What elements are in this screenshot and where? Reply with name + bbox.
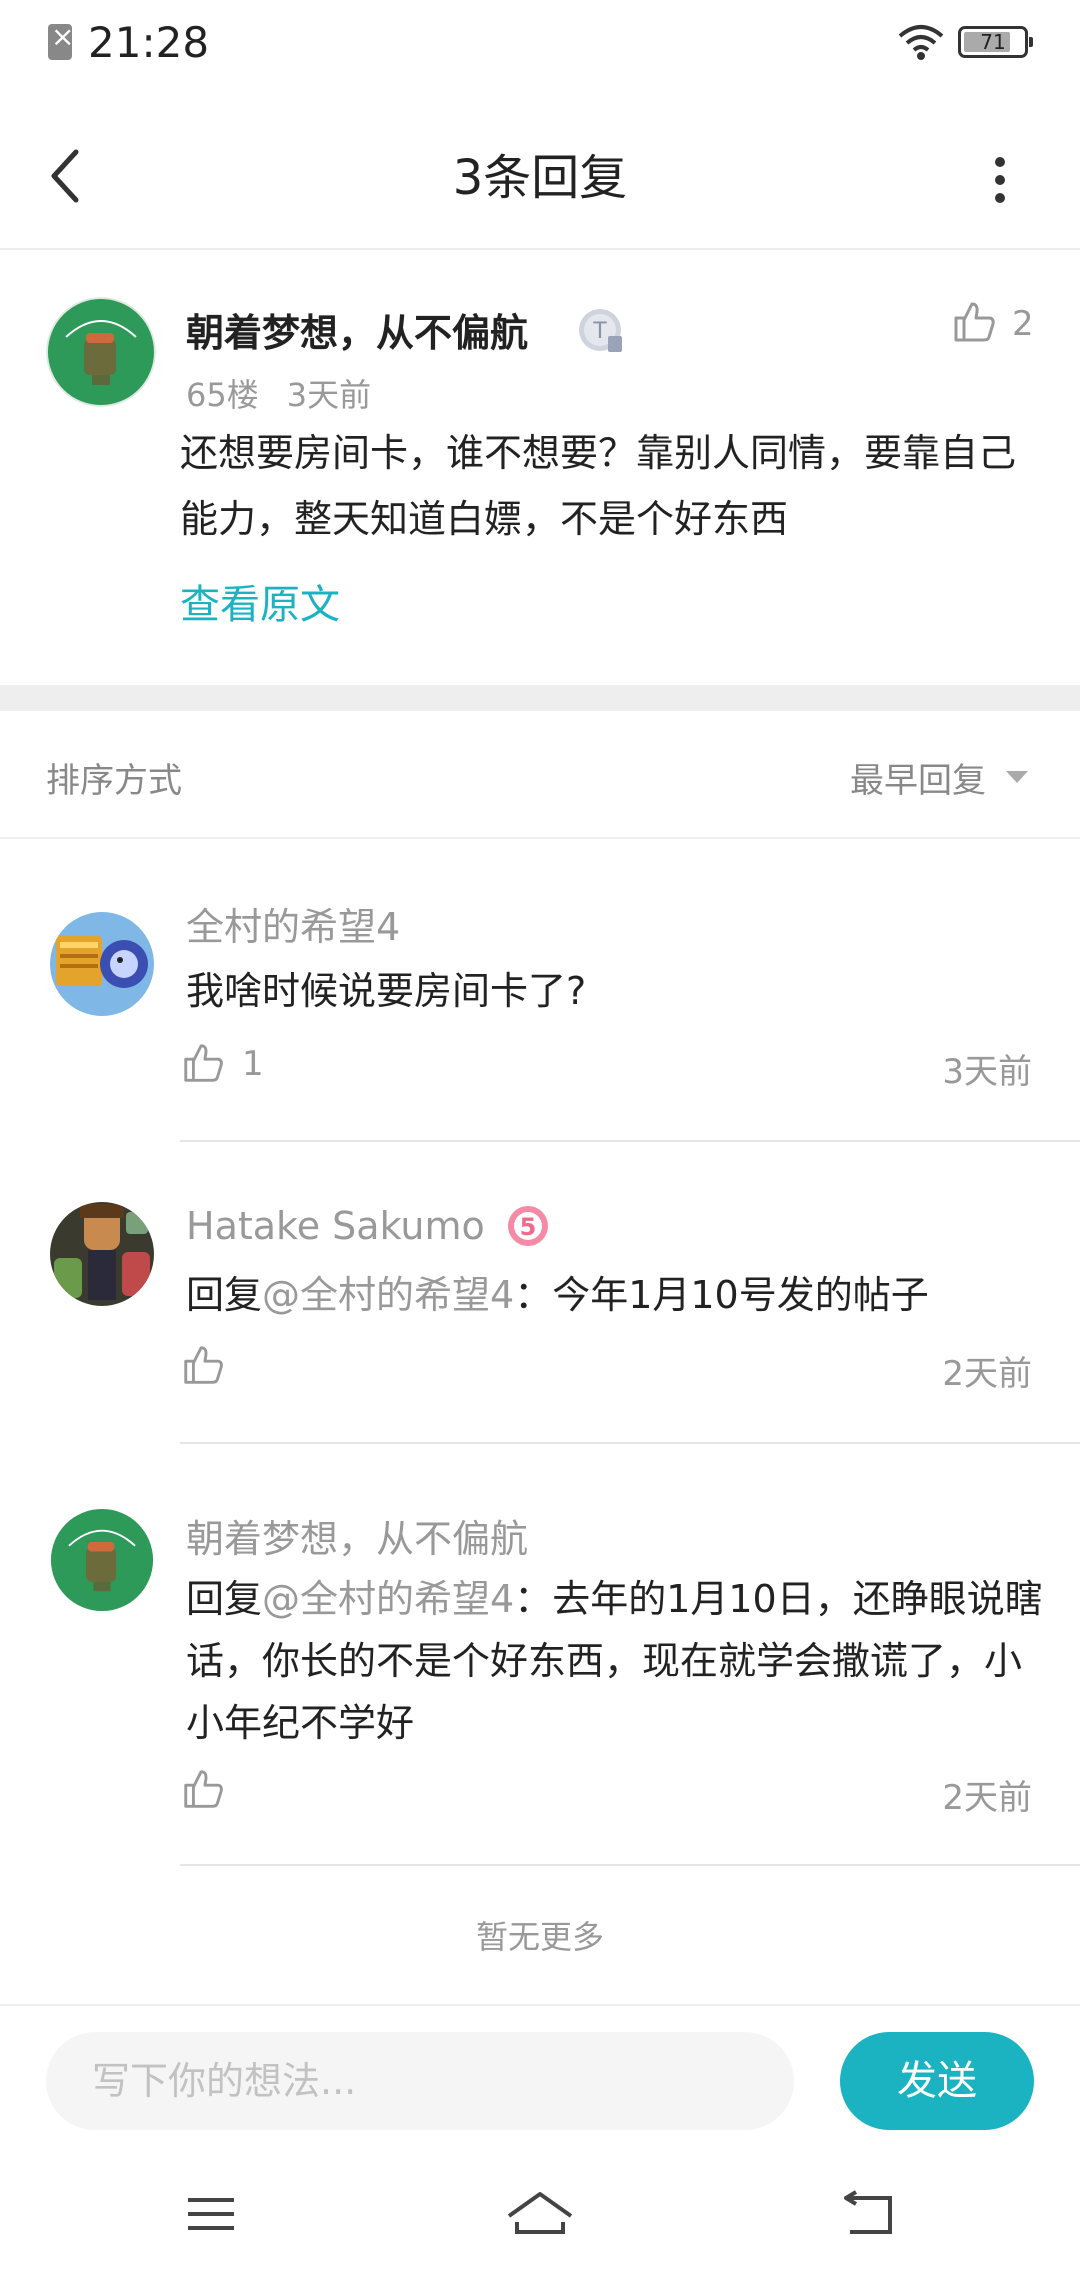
reply-item: 朝着梦想，从不偏航 回复@全村的希望4：去年的1月10日，还睁眼说瞎话，你长的不… — [0, 1444, 1080, 1866]
reply-text: 我啥时候说要房间卡了? — [186, 969, 587, 1013]
sim-off-icon — [48, 20, 74, 60]
no-more-text: 暂无更多 — [475, 1918, 604, 1956]
status-bar: 21:28 71 — [0, 0, 1080, 88]
top-app-bar: 3条回复 — [0, 100, 1080, 250]
comment-input-bar: 发送 — [0, 2004, 1080, 2154]
thumbs-up-icon[interactable] — [950, 298, 998, 346]
thumbs-up-icon[interactable] — [180, 1342, 226, 1388]
thumbs-up-icon[interactable] — [180, 1766, 226, 1812]
battery-icon: 71 — [958, 26, 1033, 58]
send-button[interactable]: 发送 — [840, 2032, 1034, 2130]
reply-like-count: 1 — [242, 1044, 264, 1084]
post-meta: 65楼 3天前 — [186, 370, 371, 416]
reply-body: ：今年1月10号发的帖子 — [514, 1273, 929, 1317]
reply-time: 2天前 — [942, 1778, 1032, 1818]
post-like-count: 2 — [1012, 304, 1034, 344]
sort-label: 排序方式 — [46, 761, 182, 801]
page-title: 3条回复 — [452, 150, 628, 206]
status-time: 21:28 — [88, 18, 210, 67]
sort-dropdown[interactable]: 最早回复 — [850, 753, 986, 802]
reply-time: 3天前 — [942, 1052, 1032, 1092]
avatar[interactable] — [46, 297, 156, 407]
system-nav-bar — [0, 2154, 1080, 2280]
battery-level: 71 — [980, 30, 1006, 54]
wifi-icon — [898, 25, 944, 60]
caret-down-icon[interactable] — [1006, 771, 1028, 783]
reply-author-name[interactable]: Hatake Sakumo — [186, 1204, 485, 1248]
post-time: 3天前 — [286, 376, 372, 414]
divider — [180, 1864, 1080, 1866]
home-icon[interactable] — [505, 2184, 575, 2244]
reply-author-name[interactable]: 全村的希望4 — [186, 896, 400, 951]
original-comment: 朝着梦想，从不偏航 T 2 65楼 3天前 还想要房间卡，谁不想要？靠别人同情，要… — [0, 252, 1080, 685]
level-badge-icon: 5 — [508, 1206, 548, 1246]
reply-prefix: 回复 — [186, 1577, 263, 1621]
level-badge-icon: T — [579, 309, 622, 352]
reply-prefix: 回复 — [186, 1273, 263, 1317]
floor-number: 65楼 — [186, 376, 259, 414]
reply-time: 2天前 — [942, 1354, 1032, 1394]
post-author-name[interactable]: 朝着梦想，从不偏航 — [186, 302, 528, 357]
level-badge-text: T — [592, 319, 607, 344]
reply-item: Hatake Sakumo 5 回复@全村的希望4：今年1月10号发的帖子 2天… — [0, 1142, 1080, 1444]
back-icon[interactable] — [834, 2184, 904, 2244]
menu-icon[interactable] — [176, 2184, 246, 2244]
thumbs-up-icon[interactable] — [180, 1040, 226, 1086]
avatar[interactable] — [50, 912, 154, 1016]
mention-link[interactable]: @全村的希望4 — [262, 1273, 514, 1317]
avatar[interactable] — [50, 1202, 154, 1306]
more-options-icon[interactable] — [970, 140, 1030, 220]
reply-text: 回复@全村的希望4：去年的1月10日，还睁眼说瞎话，你长的不是个好东西，现在就学… — [186, 1568, 1046, 1754]
sort-bar: 排序方式 最早回复 — [0, 711, 1080, 839]
mention-link[interactable]: @全村的希望4 — [262, 1577, 514, 1621]
reply-item: 全村的希望4 我啥时候说要房间卡了? 1 3天前 — [0, 840, 1080, 1142]
comment-input[interactable] — [46, 2032, 794, 2130]
post-body: 还想要房间卡，谁不想要？靠别人同情，要靠自己能力，整天知道白嫖，不是个好东西 — [180, 431, 1017, 541]
section-divider — [0, 685, 1080, 711]
reply-author-name[interactable]: 朝着梦想，从不偏航 — [186, 1508, 528, 1563]
view-original-link[interactable]: 查看原文 — [180, 572, 340, 630]
avatar[interactable] — [50, 1508, 154, 1612]
reply-text: 回复@全村的希望4：今年1月10号发的帖子 — [186, 1264, 1046, 1326]
level-badge-text: 5 — [520, 1213, 537, 1241]
